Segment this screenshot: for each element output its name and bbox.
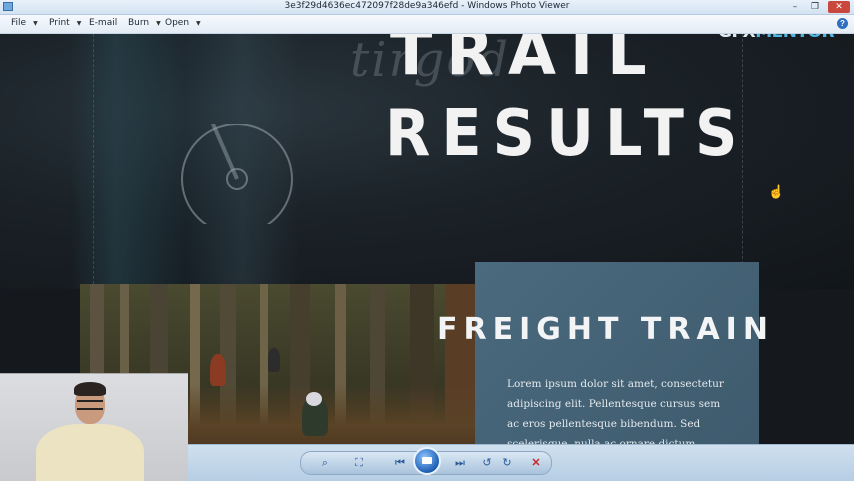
brand-logo-part1: GFX <box>718 34 756 42</box>
window-controls: – ❐ ✕ <box>788 0 850 14</box>
presenter-body <box>36 424 144 481</box>
window-title: 3e3f29d4636ec472097f28de9a346efd - Windo… <box>284 1 570 11</box>
help-icon[interactable]: ? <box>837 18 848 29</box>
hero-title-top: TRAIL <box>390 34 661 89</box>
slideshow-icon <box>422 457 432 464</box>
zoom-icon[interactable]: ⌕ <box>315 455 335 471</box>
hero-title: RESULTS <box>385 97 749 171</box>
presenter-hair <box>74 382 106 396</box>
menu-burn[interactable]: Burn ▼ <box>128 18 161 28</box>
rotate-clockwise-icon[interactable]: ↻ <box>499 455 515 471</box>
brand-logo-part2: MENTOR <box>755 34 834 42</box>
restore-button[interactable]: ❐ <box>808 2 822 12</box>
previous-icon[interactable]: ⏮ <box>385 455 415 471</box>
card-title: FREIGHT TRAIN <box>437 312 774 347</box>
guide-line <box>93 34 94 284</box>
delete-icon[interactable]: ✕ <box>527 455 545 471</box>
next-icon[interactable]: ⏭ <box>445 455 475 471</box>
rider-figure <box>268 348 280 372</box>
menu-print-label: Print <box>49 18 70 28</box>
menu-email-label: E-mail <box>89 18 118 28</box>
hero-banner: tirgod TRAIL RESULTS ☝ <box>0 34 854 289</box>
mountain-bike-graphic <box>181 124 293 224</box>
hand-cursor-icon: ☝ <box>768 184 785 199</box>
info-card: FREIGHT TRAIN Lorem ipsum dolor sit amet… <box>437 262 768 444</box>
viewer-toolbar: ⌕ ⛶ ⏮ ⏭ ↺ ↻ ✕ <box>188 444 854 481</box>
menu-open-label: Open <box>165 18 190 28</box>
webcam-overlay <box>0 373 188 481</box>
menu-email[interactable]: E-mail <box>89 18 117 28</box>
menu-print[interactable]: Print ▼ <box>49 18 81 28</box>
card-body-text: Lorem ipsum dolor sit amet, consectetur … <box>507 378 724 444</box>
slideshow-button[interactable] <box>413 447 441 475</box>
brand-logo: GFXMENTOR <box>718 34 835 42</box>
rotate-counterclockwise-icon[interactable]: ↺ <box>479 455 495 471</box>
chevron-down-icon: ▼ <box>156 20 161 27</box>
chevron-down-icon: ▼ <box>196 20 201 27</box>
menu-bar: File ▼ Print ▼ E-mail Burn ▼ Open ▼ ? <box>0 15 854 34</box>
actual-size-icon[interactable]: ⛶ <box>349 455 369 471</box>
chevron-down-icon: ▼ <box>76 20 82 27</box>
close-button[interactable]: ✕ <box>828 1 850 13</box>
chevron-down-icon: ▼ <box>33 20 38 27</box>
menu-burn-label: Burn <box>128 18 150 28</box>
menu-open[interactable]: Open ▼ <box>165 18 201 28</box>
rider-helmet <box>306 392 322 406</box>
rider-figure <box>210 354 226 386</box>
presenter-glasses <box>77 400 103 410</box>
title-bar: 3e3f29d4636ec472097f28de9a346efd - Windo… <box>0 0 854 15</box>
toolbar-controls: ⌕ ⛶ ⏮ ⏭ ↺ ↻ ✕ <box>300 447 552 475</box>
menu-file-label: File <box>11 18 27 28</box>
menu-file[interactable]: File ▼ <box>11 18 38 28</box>
minimize-button[interactable]: – <box>788 2 802 12</box>
